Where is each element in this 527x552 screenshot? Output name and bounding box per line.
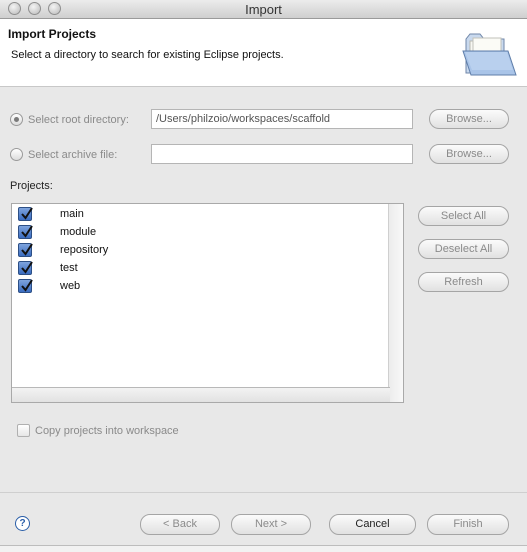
page-title: Import Projects [8, 27, 97, 41]
project-row[interactable]: test [12, 260, 390, 278]
folder-open-icon [462, 33, 517, 76]
project-checkbox[interactable] [18, 225, 33, 239]
project-name: module [60, 226, 97, 238]
help-icon[interactable]: ? [15, 516, 30, 531]
cancel-button[interactable]: Cancel [329, 514, 416, 535]
project-checkbox[interactable] [18, 243, 33, 257]
projects-rows: main module repository test web [12, 206, 390, 296]
browse-root-button[interactable]: Browse... [429, 109, 509, 129]
projects-list[interactable]: main module repository test web [11, 203, 404, 403]
next-button[interactable]: Next > [231, 514, 311, 535]
page-description: Select a directory to search for existin… [11, 49, 284, 61]
refresh-button[interactable]: Refresh [418, 272, 509, 292]
project-name: repository [60, 244, 109, 256]
project-row[interactable]: repository [12, 242, 390, 260]
projects-label: Projects: [10, 180, 53, 192]
archive-file-radio[interactable] [10, 148, 23, 161]
checkmark-icon [21, 207, 33, 220]
checkmark-icon [21, 243, 33, 256]
copy-projects-label: Copy projects into workspace [35, 424, 179, 437]
project-checkbox[interactable] [18, 261, 33, 275]
root-directory-label: Select root directory: [28, 113, 129, 126]
window-title: Import [245, 2, 282, 17]
window-titlebar: Import [0, 0, 527, 19]
browse-archive-button[interactable]: Browse... [429, 144, 509, 164]
project-name: test [60, 262, 78, 274]
copy-projects-checkbox[interactable] [17, 424, 30, 437]
background-view-strip [0, 545, 527, 552]
back-button[interactable]: < Back [140, 514, 220, 535]
wizard-footer: ? < Back Next > Cancel Finish [0, 492, 527, 552]
root-directory-field[interactable]: /Users/philzoio/workspaces/scaffold [151, 109, 413, 129]
root-directory-radio[interactable] [10, 113, 23, 126]
project-name: main [60, 208, 84, 220]
checkmark-icon [21, 261, 33, 274]
checkmark-icon [21, 225, 33, 238]
copy-projects-option[interactable]: Copy projects into workspace [17, 424, 179, 437]
archive-file-option[interactable]: Select archive file: [10, 148, 117, 161]
project-name: web [60, 280, 81, 292]
vertical-scrollbar[interactable] [388, 204, 403, 402]
wizard-header: Import Projects Select a directory to se… [0, 19, 527, 87]
horizontal-scrollbar[interactable] [12, 387, 390, 402]
project-row[interactable]: web [12, 278, 390, 296]
deselect-all-button[interactable]: Deselect All [418, 239, 509, 259]
select-all-button[interactable]: Select All [418, 206, 509, 226]
project-row[interactable]: module [12, 224, 390, 242]
project-checkbox[interactable] [18, 279, 33, 293]
finish-button[interactable]: Finish [427, 514, 509, 535]
archive-file-field[interactable] [151, 144, 413, 164]
project-row[interactable]: main [12, 206, 390, 224]
wizard-body: Select root directory: /Users/philzoio/w… [0, 87, 527, 492]
archive-file-label: Select archive file: [28, 148, 118, 161]
checkmark-icon [21, 279, 33, 292]
project-checkbox[interactable] [18, 207, 33, 221]
root-directory-option[interactable]: Select root directory: [10, 113, 129, 126]
